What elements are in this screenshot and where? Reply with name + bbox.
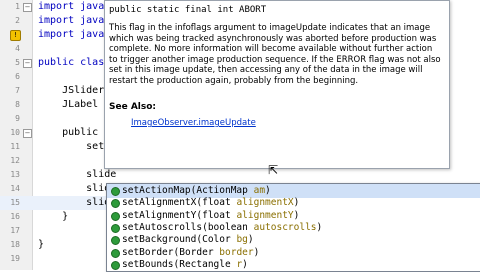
- method-name: setAutoscrolls: [122, 221, 203, 233]
- line-number: 17: [10, 226, 20, 235]
- code-text: JSlider: [38, 85, 105, 96]
- code-text: public s: [38, 127, 111, 138]
- completion-signature: setBackground(Color bg): [122, 234, 254, 246]
- parameter-name: r: [236, 258, 243, 270]
- parameter-name: alignmentY: [236, 209, 294, 221]
- line-number: 15: [10, 198, 20, 207]
- parameter-name: alignmentX: [236, 197, 294, 209]
- method-name: setAlignmentY: [122, 209, 197, 221]
- method-name: setActionMap: [122, 185, 191, 196]
- code-text: import javax: [38, 1, 111, 12]
- public-method-icon: [111, 199, 120, 209]
- code-text: slide: [38, 169, 117, 180]
- javadoc-description: This flag in the infoflags argument to i…: [109, 23, 441, 86]
- public-method-icon: [111, 248, 120, 258]
- line-number: 6: [15, 72, 20, 81]
- completion-signature: setAlignmentY(float alignmentY): [122, 209, 300, 221]
- parameter-type: ActionMap: [196, 185, 248, 196]
- code-text: }: [38, 239, 45, 250]
- code-text: public clas: [38, 57, 105, 68]
- code-text: slid: [38, 183, 111, 194]
- line-number: 19: [10, 254, 20, 263]
- method-name: setBorder: [122, 246, 174, 258]
- line-number: 11: [10, 142, 20, 151]
- parameter-name: bg: [236, 234, 248, 246]
- completion-signature: setAlignmentX(float alignmentX): [122, 197, 300, 209]
- mouse-cursor-icon: ⇱: [268, 163, 279, 177]
- javadoc-link[interactable]: ImageObserver.imageUpdate: [131, 118, 256, 128]
- javadoc-signature: public static final int ABORT: [109, 5, 267, 15]
- line-number: 8: [15, 100, 20, 109]
- fold-toggle-icon[interactable]: −: [23, 129, 32, 138]
- fold-toggle-icon[interactable]: −: [23, 3, 32, 12]
- parameter-type: float: [202, 197, 231, 209]
- line-number: 16: [10, 212, 20, 221]
- code-text: import javax: [38, 29, 111, 40]
- parameter-type: Border: [179, 246, 214, 258]
- line-number: 5: [15, 58, 20, 67]
- public-method-icon: [111, 211, 120, 221]
- line-number: 1: [15, 2, 20, 11]
- parameter-type: Rectangle: [179, 258, 231, 270]
- public-method-icon: [111, 223, 120, 233]
- line-number: 2: [15, 16, 20, 25]
- code-text: setL: [38, 141, 111, 152]
- warning-icon[interactable]: !: [10, 30, 21, 41]
- line-number: 12: [10, 156, 20, 165]
- completion-signature: setBorder(Border border): [122, 246, 260, 258]
- public-method-icon: [111, 236, 120, 246]
- code-completion-list[interactable]: setActionMap(ActionMap am) setAlignmentX(…: [106, 183, 480, 272]
- method-name: setAlignmentX: [122, 197, 197, 209]
- code-line[interactable]: 13 slide: [0, 168, 480, 182]
- completion-signature: setActionMap(ActionMap am): [122, 185, 271, 196]
- line-number: 13: [10, 170, 20, 179]
- method-name: setBounds: [122, 258, 174, 270]
- line-number: 14: [10, 184, 20, 193]
- line-number: 10: [10, 128, 20, 137]
- fold-toggle-icon[interactable]: −: [23, 59, 32, 68]
- code-text: JLabel l: [38, 99, 111, 110]
- parameter-type: Color: [202, 234, 231, 246]
- code-text: import java.: [38, 15, 111, 26]
- line-number: 7: [15, 86, 20, 95]
- line-number: 9: [15, 114, 20, 123]
- line-number: 4: [15, 44, 20, 53]
- parameter-type: boolean: [207, 221, 248, 233]
- javadoc-popup: public static final int ABORT This flag …: [104, 0, 450, 169]
- completion-signature: setAutoscrolls(boolean autoscrolls): [122, 221, 323, 233]
- method-name: setBackground: [122, 234, 197, 246]
- parameter-name: autoscrolls: [253, 221, 317, 233]
- see-also-heading: See Also:: [109, 102, 157, 112]
- parameter-name: am: [253, 185, 266, 196]
- public-method-icon: [111, 187, 120, 196]
- completion-signature: setBounds(Rectangle r): [122, 258, 248, 270]
- public-method-icon: [111, 260, 120, 270]
- parameter-name: border: [219, 246, 254, 258]
- code-text: }: [38, 211, 69, 222]
- parameter-type: float: [202, 209, 231, 221]
- line-number: 18: [10, 240, 20, 249]
